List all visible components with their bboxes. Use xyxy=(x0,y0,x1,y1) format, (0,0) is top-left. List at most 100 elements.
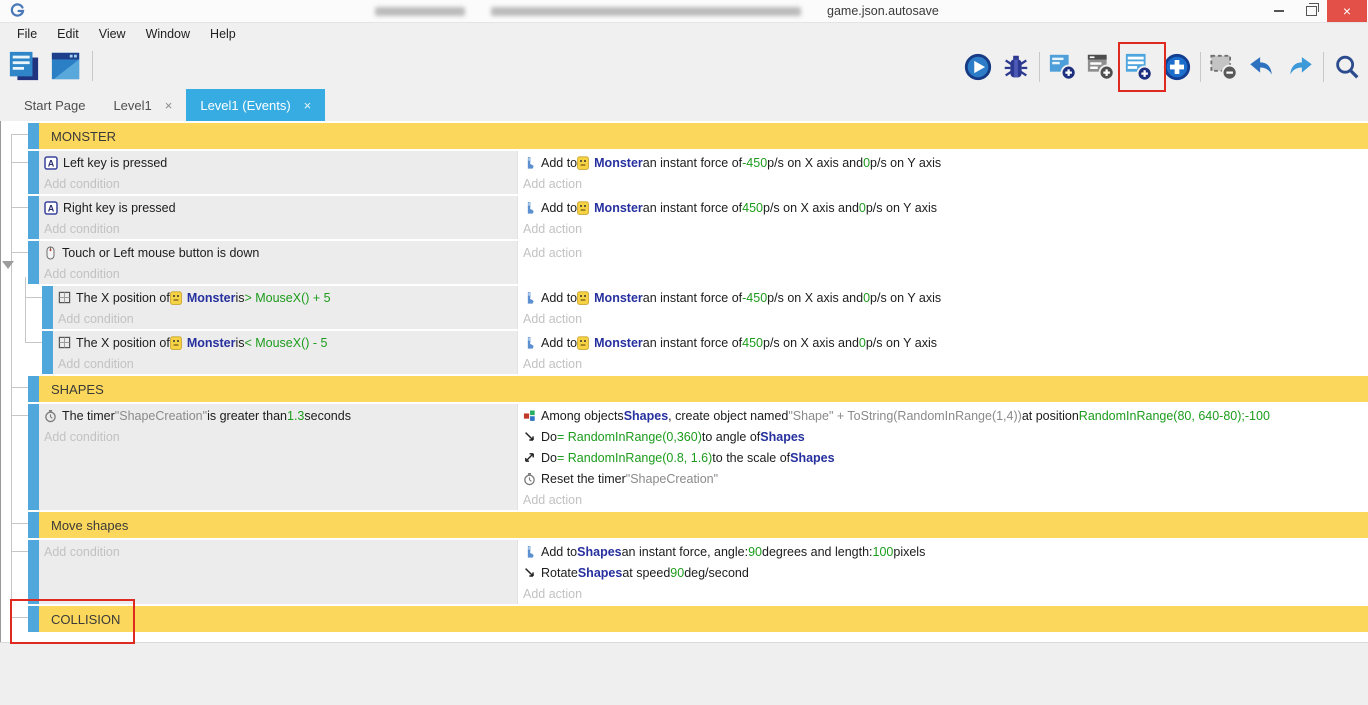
event-drag-bar[interactable] xyxy=(28,196,39,239)
action[interactable]: Do = RandomInRange(0,360) to angle of Sh… xyxy=(518,426,1368,447)
toolbar-separator xyxy=(1200,52,1201,82)
keyboard-icon: A xyxy=(44,156,58,170)
text-segment: Shapes xyxy=(624,409,668,423)
tab-level1-events[interactable]: Level1 (Events)× xyxy=(186,89,325,121)
menu-bar: FileEditViewWindowHelp xyxy=(0,23,1368,45)
condition[interactable]: The X position of Monster is < MouseX() … xyxy=(53,332,517,353)
add-action-button[interactable]: Add action xyxy=(518,308,1368,329)
event-row[interactable]: Touch or Left mouse button is downAdd co… xyxy=(28,241,1368,284)
action[interactable]: Do = RandomInRange(0.8, 1.6) to the scal… xyxy=(518,447,1368,468)
text-segment: 0 xyxy=(863,291,870,305)
add-condition-button[interactable]: Add condition xyxy=(53,353,517,374)
event-drag-bar[interactable] xyxy=(28,376,39,402)
delete-event-icon[interactable] xyxy=(1209,50,1239,84)
action[interactable]: Add to Shapes an instant force, angle: 9… xyxy=(518,541,1368,562)
add-condition-button[interactable]: Add condition xyxy=(39,426,517,447)
event-drag-bar[interactable] xyxy=(28,512,39,538)
keyboard-icon: A xyxy=(44,201,58,215)
event-row[interactable]: The timer "ShapeCreation" is greater tha… xyxy=(28,404,1368,510)
menu-view[interactable]: View xyxy=(89,27,136,41)
application-window: game.json.autosave × FileEditViewWindowH… xyxy=(0,0,1368,705)
add-action-button[interactable]: Add action xyxy=(518,173,1368,194)
add-other-event-icon[interactable] xyxy=(1162,50,1192,84)
add-action-button[interactable]: Add action xyxy=(518,218,1368,239)
close-tab-icon[interactable]: × xyxy=(165,98,173,113)
redo-icon[interactable] xyxy=(1285,50,1315,84)
add-comment-icon[interactable] xyxy=(1124,50,1154,84)
condition[interactable]: ARight key is pressed xyxy=(39,197,517,218)
action[interactable]: Rotate Shapes at speed 90deg/second xyxy=(518,562,1368,583)
event-row[interactable]: The X position of Monster is > MouseX() … xyxy=(42,286,1368,329)
condition[interactable]: ALeft key is pressed xyxy=(39,152,517,173)
event-group-header[interactable]: SHAPES xyxy=(28,376,1368,402)
restore-icon xyxy=(1306,6,1317,16)
text-segment: 100 xyxy=(873,545,894,559)
menu-edit[interactable]: Edit xyxy=(47,27,89,41)
tab-start-page[interactable]: Start Page xyxy=(10,89,99,121)
tab-level1[interactable]: Level1× xyxy=(99,89,186,121)
text-segment: p/s on Y axis xyxy=(866,336,937,350)
action[interactable]: Add to Monster an instant force of -450 … xyxy=(518,152,1368,173)
event-group-header[interactable]: MONSTER xyxy=(28,123,1368,149)
action[interactable]: Reset the timer "ShapeCreation" xyxy=(518,468,1368,489)
add-action-button[interactable]: Add action xyxy=(518,353,1368,374)
event-row[interactable]: ARight key is pressedAdd conditionAdd to… xyxy=(28,196,1368,239)
text-segment: an instant force of xyxy=(643,201,742,215)
conditions-column: ARight key is pressedAdd condition xyxy=(39,196,517,239)
restore-button[interactable] xyxy=(1295,0,1327,22)
text-segment: The X position of xyxy=(76,336,170,350)
close-button[interactable]: × xyxy=(1327,0,1367,22)
event-drag-bar[interactable] xyxy=(28,404,39,510)
condition[interactable]: The X position of Monster is > MouseX() … xyxy=(53,287,517,308)
add-condition-button[interactable]: Add condition xyxy=(39,541,517,562)
add-event-icon[interactable] xyxy=(1048,50,1078,84)
event-drag-bar[interactable] xyxy=(28,151,39,194)
add-action-button[interactable]: Add action xyxy=(518,489,1368,510)
add-condition-button[interactable]: Add condition xyxy=(53,308,517,329)
action[interactable]: Add to Monster an instant force of 450 p… xyxy=(518,332,1368,353)
close-tab-icon[interactable]: × xyxy=(304,98,312,113)
actions-column: Add to Monster an instant force of -450 … xyxy=(517,286,1368,329)
condition[interactable]: The timer "ShapeCreation" is greater tha… xyxy=(39,405,517,426)
svg-text:A: A xyxy=(48,203,55,213)
action[interactable]: Add to Monster an instant force of -450 … xyxy=(518,287,1368,308)
add-action-button[interactable]: Add action xyxy=(518,242,1368,263)
menu-window[interactable]: Window xyxy=(136,27,200,41)
condition[interactable]: Touch or Left mouse button is down xyxy=(39,242,517,263)
undo-icon[interactable] xyxy=(1247,50,1277,84)
event-drag-bar[interactable] xyxy=(28,241,39,284)
add-condition-button[interactable]: Add condition xyxy=(39,173,517,194)
add-condition-button[interactable]: Add condition xyxy=(39,263,517,284)
minimize-button[interactable] xyxy=(1263,0,1295,22)
event-drag-bar[interactable] xyxy=(28,123,39,149)
add-subevent-icon[interactable] xyxy=(1086,50,1116,84)
text-segment: Do xyxy=(541,430,557,444)
add-action-button[interactable]: Add action xyxy=(518,583,1368,604)
actions-column: Add to Shapes an instant force, angle: 9… xyxy=(517,540,1368,604)
search-icon[interactable] xyxy=(1332,50,1362,84)
project-manager-icon[interactable] xyxy=(8,50,40,82)
conditions-column: The X position of Monster is > MouseX() … xyxy=(53,286,517,329)
action[interactable]: Among objects Shapes, create object name… xyxy=(518,405,1368,426)
event-row[interactable]: The X position of Monster is < MouseX() … xyxy=(42,331,1368,374)
action[interactable]: Add to Monster an instant force of 450 p… xyxy=(518,197,1368,218)
event-group-header[interactable]: COLLISION xyxy=(28,606,1368,632)
menu-help[interactable]: Help xyxy=(200,27,246,41)
event-drag-bar[interactable] xyxy=(42,286,53,329)
conditions-column: The X position of Monster is < MouseX() … xyxy=(53,331,517,374)
play-icon[interactable] xyxy=(963,50,993,84)
actions-column: Among objects Shapes, create object name… xyxy=(517,404,1368,510)
event-row[interactable]: ALeft key is pressedAdd conditionAdd to … xyxy=(28,151,1368,194)
text-segment: p/s on X axis and xyxy=(767,291,863,305)
start-page-icon[interactable] xyxy=(50,50,82,82)
event-drag-bar[interactable] xyxy=(28,540,39,604)
event-drag-bar[interactable] xyxy=(42,331,53,374)
text-segment: p/s on X axis and xyxy=(763,336,859,350)
add-condition-button[interactable]: Add condition xyxy=(39,218,517,239)
event-drag-bar[interactable] xyxy=(28,606,39,632)
text-segment: "ShapeCreation" xyxy=(626,472,718,486)
event-row[interactable]: Add conditionAdd to Shapes an instant fo… xyxy=(28,540,1368,604)
menu-file[interactable]: File xyxy=(7,27,47,41)
event-group-header[interactable]: Move shapes xyxy=(28,512,1368,538)
debugger-icon[interactable] xyxy=(1001,50,1031,84)
